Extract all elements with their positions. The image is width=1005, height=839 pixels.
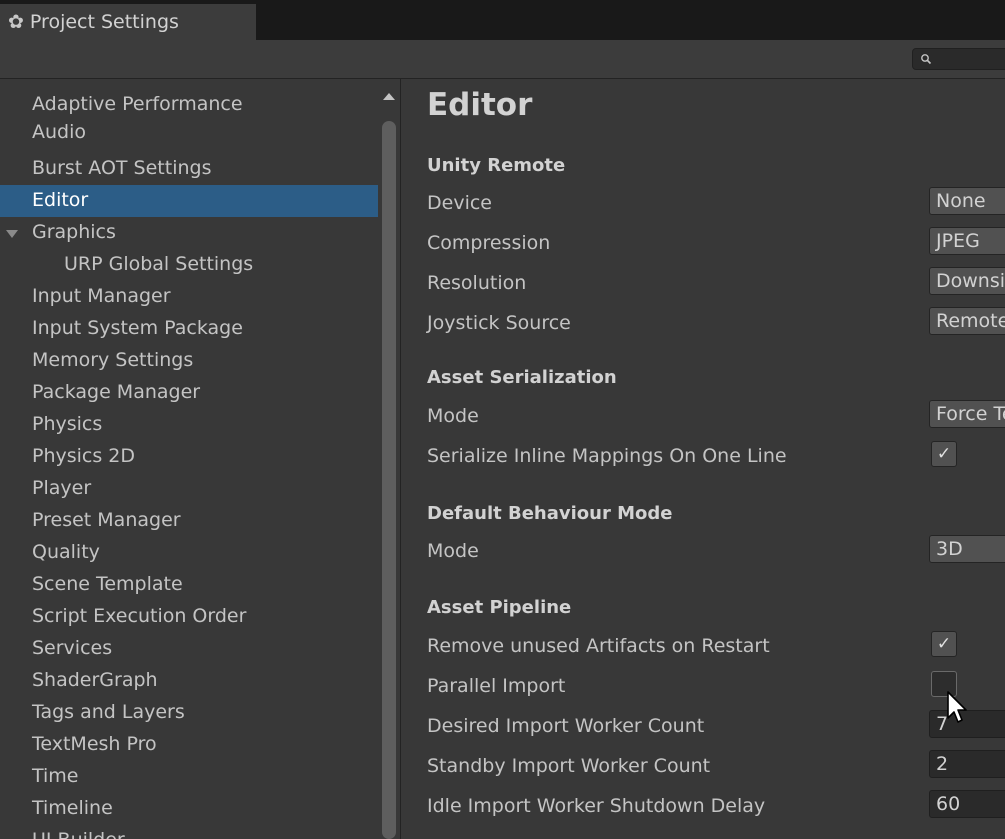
serialization-mode-dropdown[interactable]: Force Text: [929, 400, 1005, 428]
search-input[interactable]: [912, 48, 1005, 70]
sidebar-item-script-execution-order[interactable]: Script Execution Order: [0, 601, 378, 633]
section-asset-serialization: Asset Serialization: [427, 367, 617, 388]
resolution-dropdown[interactable]: Downsize: [929, 267, 1005, 295]
sidebar-item-label: Audio: [32, 121, 87, 143]
sidebar-item-package-manager[interactable]: Package Manager: [0, 377, 378, 409]
sidebar-item-label: Adaptive Performance: [32, 93, 243, 115]
sidebar-item-label: Input Manager: [32, 285, 171, 307]
sidebar-item-label: Physics: [32, 413, 103, 435]
search-icon: [921, 54, 932, 65]
idle-shutdown-delay-field[interactable]: 60: [929, 790, 1005, 818]
sidebar-scrollbar[interactable]: [378, 79, 400, 839]
sidebar-item-timeline[interactable]: Timeline: [0, 793, 378, 825]
sidebar-item-label: Physics 2D: [32, 445, 136, 467]
expand-triangle-icon[interactable]: [6, 230, 18, 238]
toolbar: [0, 40, 1005, 79]
sidebar-item-shadergraph[interactable]: ShaderGraph: [0, 665, 378, 697]
sidebar-item-label: Time: [32, 765, 79, 787]
sidebar-item-label: Graphics: [32, 221, 116, 243]
sidebar-item-input-system-package[interactable]: Input System Package: [0, 313, 378, 345]
sidebar-item-label: Input System Package: [32, 317, 243, 339]
section-asset-pipeline: Asset Pipeline: [427, 597, 572, 618]
sidebar-item-label: Player: [32, 477, 92, 499]
sidebar-item-time[interactable]: Time: [0, 761, 378, 793]
sidebar-item-adaptive-performance[interactable]: Adaptive Performance: [0, 89, 378, 121]
remove-unused-checkbox[interactable]: ✓: [931, 631, 957, 657]
sidebar-item-label: ShaderGraph: [32, 669, 158, 691]
sidebar-item-quality[interactable]: Quality: [0, 537, 378, 569]
editor-settings-panel: Editor Unity Remote Device None Compress…: [401, 79, 1005, 839]
sidebar-item-label: Quality: [32, 541, 100, 563]
device-dropdown[interactable]: None: [929, 187, 1005, 215]
sidebar-item-physics[interactable]: Physics: [0, 409, 378, 441]
settings-sidebar: Adaptive Performance Audio Burst AOT Set…: [0, 79, 400, 839]
standby-worker-count-field[interactable]: 2: [929, 750, 1005, 778]
inline-mappings-checkbox[interactable]: ✓: [931, 441, 957, 467]
sidebar-item-audio[interactable]: Audio: [0, 121, 378, 143]
sidebar-item-label: Memory Settings: [32, 349, 194, 371]
joystick-source-dropdown[interactable]: Remote: [929, 307, 1005, 335]
sidebar-item-services[interactable]: Services: [0, 633, 378, 665]
sidebar-item-label: Editor: [32, 189, 89, 211]
section-unity-remote: Unity Remote: [427, 155, 566, 176]
sidebar-item-graphics[interactable]: Graphics: [0, 217, 378, 249]
page-title: Editor: [427, 87, 533, 123]
sidebar-item-label: Burst AOT Settings: [32, 157, 212, 179]
sidebar-item-label: TextMesh Pro: [32, 733, 157, 755]
compression-dropdown[interactable]: JPEG: [929, 227, 1005, 255]
sidebar-item-burst-aot-settings[interactable]: Burst AOT Settings: [0, 153, 378, 185]
sidebar-item-label: Script Execution Order: [32, 605, 247, 627]
sidebar-item-ui-builder[interactable]: UI Builder: [0, 825, 378, 839]
sidebar-item-tags-and-layers[interactable]: Tags and Layers: [0, 697, 378, 729]
sidebar-item-urp-global-settings[interactable]: URP Global Settings: [0, 249, 378, 281]
compression-label: Compression: [427, 232, 551, 254]
sidebar-item-label: Package Manager: [32, 381, 201, 403]
inline-mappings-label: Serialize Inline Mappings On One Line: [427, 445, 787, 467]
device-label: Device: [427, 192, 492, 214]
gear-icon: ✿: [8, 10, 24, 33]
sidebar-item-preset-manager[interactable]: Preset Manager: [0, 505, 378, 537]
sidebar-item-memory-settings[interactable]: Memory Settings: [0, 345, 378, 377]
idle-shutdown-delay-label: Idle Import Worker Shutdown Delay: [427, 795, 766, 817]
sidebar-item-input-manager[interactable]: Input Manager: [0, 281, 378, 313]
resolution-label: Resolution: [427, 272, 527, 294]
tab-project-settings[interactable]: ✿ Project Settings: [0, 4, 256, 40]
parallel-import-label: Parallel Import: [427, 675, 566, 697]
sidebar-item-label: Tags and Layers: [32, 701, 185, 723]
sidebar-item-player[interactable]: Player: [0, 473, 378, 505]
sidebar-item-label: Preset Manager: [32, 509, 181, 531]
sidebar-item-label: UI Builder: [32, 829, 125, 839]
mouse-pointer-icon: [947, 691, 967, 723]
desired-worker-count-label: Desired Import Worker Count: [427, 715, 705, 737]
section-default-behaviour-mode: Default Behaviour Mode: [427, 503, 673, 524]
tab-title: Project Settings: [29, 11, 179, 33]
sidebar-item-textmesh-pro[interactable]: TextMesh Pro: [0, 729, 378, 761]
behaviour-mode-dropdown[interactable]: 3D: [929, 535, 1005, 563]
tab-bar: ✿ Project Settings: [0, 0, 1005, 40]
sidebar-item-label: Timeline: [32, 797, 113, 819]
serialization-mode-label: Mode: [427, 405, 479, 427]
sidebar-item-label: Scene Template: [32, 573, 183, 595]
scroll-thumb[interactable]: [382, 121, 396, 839]
standby-worker-count-label: Standby Import Worker Count: [427, 755, 711, 777]
sidebar-item-physics-2d[interactable]: Physics 2D: [0, 441, 378, 473]
sidebar-item-label: Services: [32, 637, 113, 659]
remove-unused-label: Remove unused Artifacts on Restart: [427, 635, 770, 657]
scroll-up-arrow-icon[interactable]: [383, 93, 395, 100]
joystick-source-label: Joystick Source: [427, 312, 571, 334]
behaviour-mode-label: Mode: [427, 540, 479, 562]
sidebar-item-label: URP Global Settings: [64, 253, 254, 275]
sidebar-item-editor[interactable]: Editor: [0, 185, 378, 217]
sidebar-item-scene-template[interactable]: Scene Template: [0, 569, 378, 601]
